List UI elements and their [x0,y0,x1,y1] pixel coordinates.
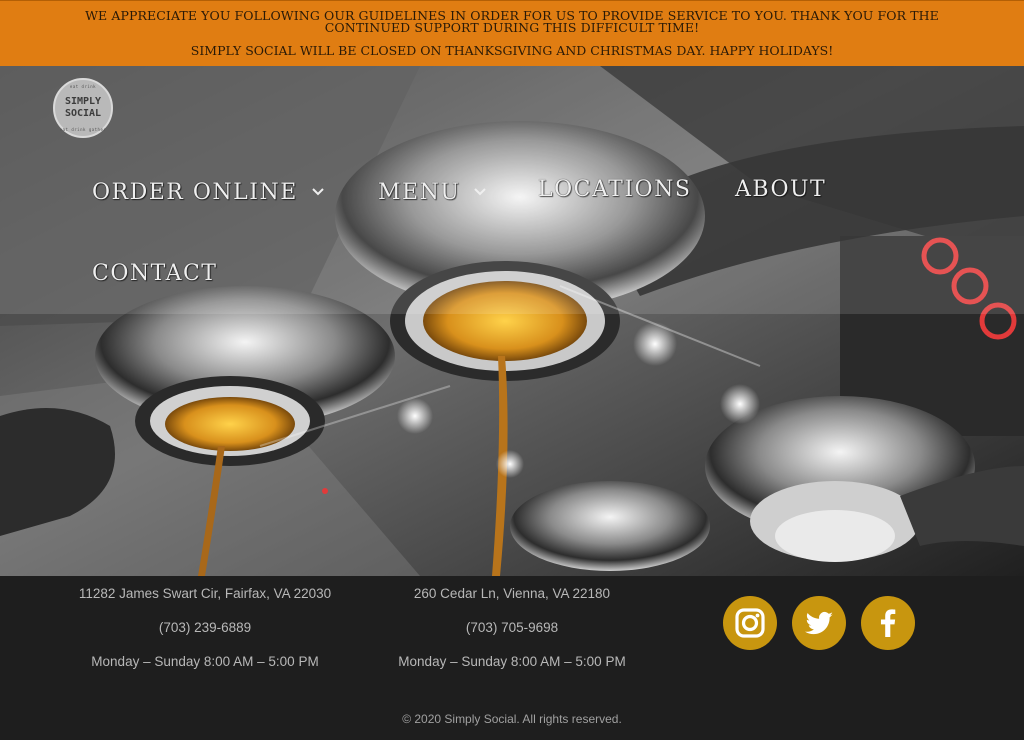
facebook-icon [880,609,896,637]
nav-item-menu[interactable]: MENU [378,177,487,205]
logo-bottom-text: eat drink gather [59,127,107,132]
location-phone[interactable]: (703) 239-6889 [60,620,350,635]
nav-item-about[interactable]: ABOUT [735,177,826,202]
logo-word-simply: SIMPLY [64,96,102,107]
nav-label-locations: LOCATIONS [538,177,692,202]
instagram-icon [735,608,765,638]
instagram-button[interactable] [723,596,777,650]
nav-label-order-online: ORDER ONLINE [92,180,298,205]
copyright-text: © 2020 Simply Social. All rights reserve… [402,712,622,726]
twitter-button[interactable] [792,596,846,650]
location-address[interactable]: 11282 James Swart Cir, Fairfax, VA 22030 [60,586,350,601]
nav-item-contact[interactable]: CONTACT [92,261,217,286]
footer: 11282 James Swart Cir, Fairfax, VA 22030… [0,576,1024,740]
chevron-down-icon[interactable] [474,177,487,202]
logo-word-social: SOCIAL [64,108,102,119]
page: WE APPRECIATE YOU FOLLOWING OUR GUIDELIN… [0,0,1024,740]
announcement-line-guidelines: WE APPRECIATE YOU FOLLOWING OUR GUIDELIN… [85,8,939,35]
logo-top-text: eat drink [69,84,97,89]
location-address[interactable]: 260 Cedar Ln, Vienna, VA 22180 [367,586,657,601]
nav-label-about: ABOUT [735,177,827,202]
twitter-icon [805,611,833,635]
announcement-bar: WE APPRECIATE YOU FOLLOWING OUR GUIDELIN… [0,0,1024,66]
location-hours: Monday – Sunday 8:00 AM – 5:00 PM [91,654,319,669]
nav-item-locations[interactable]: LOCATIONS [538,177,691,202]
announcement-line-holidays: SIMPLY SOCIAL WILL BE CLOSED ON THANKSGI… [190,43,834,58]
nav-item-order-online[interactable]: ORDER ONLINE [92,177,324,205]
location-hours: Monday – Sunday 8:00 AM – 5:00 PM [398,654,626,669]
nav-label-menu: MENU [378,180,461,205]
simply-social-logo[interactable]: eat drink SIMPLY SOCIAL eat drink gather [53,78,113,138]
location-phone[interactable]: (703) 705-9698 [367,620,657,635]
chevron-down-icon[interactable] [312,177,324,202]
nav-label-contact: CONTACT [92,261,218,286]
facebook-button[interactable] [861,596,915,650]
